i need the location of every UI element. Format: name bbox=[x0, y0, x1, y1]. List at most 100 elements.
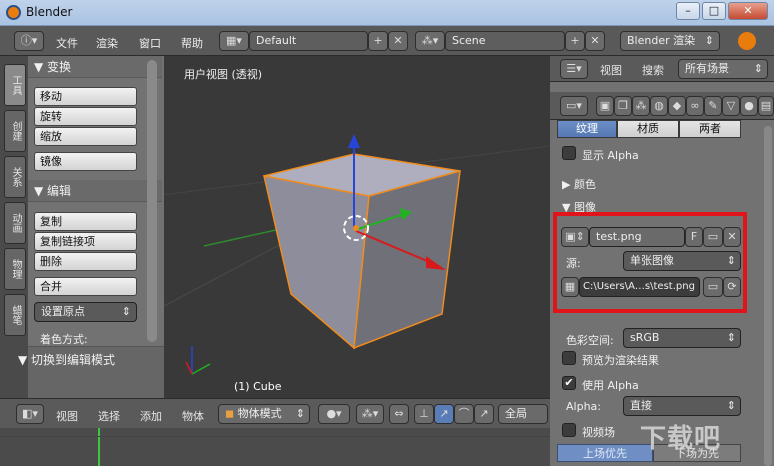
3d-viewport[interactable]: 用户视图 (透视) (1) Cube bbox=[153, 56, 551, 398]
tab-grease-pencil[interactable]: 蜡笔 bbox=[4, 294, 26, 336]
tab-relations[interactable]: 关系 bbox=[4, 156, 26, 198]
shading-icon[interactable]: ●▾ bbox=[318, 404, 350, 424]
remove-scene-icon[interactable]: ✕ bbox=[585, 31, 605, 51]
scene-field[interactable]: Scene bbox=[445, 31, 565, 51]
alpha-mode-select[interactable]: 直接 ⇕ bbox=[623, 396, 741, 416]
preview-render-checkbox[interactable] bbox=[562, 351, 576, 365]
cube-right-face[interactable] bbox=[353, 169, 461, 350]
use-alpha-checkbox[interactable]: ✔ bbox=[562, 376, 576, 390]
fields-label: 视频场 bbox=[582, 426, 615, 439]
shading-label: 着色方式: bbox=[40, 333, 88, 346]
upper-first-button[interactable]: 上场优先 bbox=[557, 444, 653, 462]
menu-file[interactable]: 文件 bbox=[56, 35, 78, 51]
move-manipulator-icon[interactable]: ↗ bbox=[434, 404, 454, 424]
layout-field[interactable]: Default bbox=[249, 31, 368, 51]
tab-physics[interactable]: 物理 bbox=[4, 248, 26, 290]
mirror-button[interactable]: 镜像 bbox=[34, 152, 137, 171]
outliner-menu-view[interactable]: 视图 bbox=[600, 62, 622, 78]
object-label: (1) Cube bbox=[234, 380, 282, 393]
colorspace-select[interactable]: sRGB ⇕ bbox=[623, 328, 741, 348]
pivot-icon[interactable]: ⁂▾ bbox=[356, 404, 384, 424]
show-alpha-checkbox[interactable] bbox=[562, 146, 576, 160]
outliner-menu-search[interactable]: 搜索 bbox=[642, 62, 664, 78]
window-title: Blender bbox=[26, 5, 73, 19]
translate-manipulator-icon[interactable]: ⊥ bbox=[414, 404, 434, 424]
rotate-button[interactable]: 旋转 bbox=[34, 107, 137, 126]
menu-window[interactable]: 窗口 bbox=[139, 35, 161, 51]
mode-value: 物体模式 bbox=[237, 407, 282, 420]
render-tab-icon[interactable]: ▣ bbox=[596, 96, 614, 116]
outliner-editor-icon[interactable]: ☰▾ bbox=[560, 59, 588, 79]
tab-material[interactable]: 材质 bbox=[617, 120, 679, 138]
outliner-header: ☰▾ 视图 搜索 所有场景 ⇕ bbox=[550, 56, 774, 82]
transform-panel-header[interactable]: ▼ 变换 bbox=[28, 56, 162, 78]
watermark: 下载吧 bbox=[640, 424, 722, 454]
orientation-select[interactable]: 全局 bbox=[498, 404, 548, 424]
toolshelf-scrollbar[interactable] bbox=[147, 60, 157, 342]
info-editor-icon[interactable]: ⓘ▾ bbox=[14, 31, 44, 51]
edit-mode-toggle[interactable]: ▼ 切换到编辑模式 bbox=[18, 351, 115, 368]
mode-select[interactable]: ◼ 物体模式 ⇕ bbox=[218, 404, 310, 424]
object-tab-icon[interactable]: ◆ bbox=[668, 96, 686, 116]
use-alpha-label: 使用 Alpha bbox=[582, 379, 639, 392]
add-layout-icon[interactable]: + bbox=[368, 31, 388, 51]
layers-tab-icon[interactable]: ❐ bbox=[614, 96, 632, 116]
material-tab-icon[interactable]: ● bbox=[740, 96, 758, 116]
minimize-button[interactable]: – bbox=[676, 2, 700, 20]
scenes-value: 所有场景 bbox=[685, 62, 729, 75]
preview-render-label: 预览为渲染结果 bbox=[582, 354, 659, 367]
current-frame-marker[interactable] bbox=[98, 428, 100, 466]
rotate-manipulator-icon[interactable]: ⌒ bbox=[454, 404, 474, 424]
edit-title: 编辑 bbox=[47, 184, 72, 198]
menu-render[interactable]: 渲染 bbox=[96, 35, 118, 51]
move-button[interactable]: 移动 bbox=[34, 87, 137, 106]
timeline[interactable] bbox=[0, 428, 550, 466]
world-tab-icon[interactable]: ◍ bbox=[650, 96, 668, 116]
show-alpha-label: 显示 Alpha bbox=[582, 149, 639, 162]
fields-checkbox[interactable] bbox=[562, 423, 576, 437]
remove-layout-icon[interactable]: ✕ bbox=[388, 31, 408, 51]
render-engine-select[interactable]: Blender 渲染 ⇕ bbox=[620, 31, 720, 51]
properties-editor-icon[interactable]: ▭▾ bbox=[560, 96, 588, 116]
scene-tab-icon[interactable]: ⁂ bbox=[632, 96, 650, 116]
delete-button[interactable]: 删除 bbox=[34, 252, 137, 271]
highlight-box bbox=[553, 212, 747, 313]
properties-scrollbar[interactable] bbox=[764, 126, 772, 466]
menu-help[interactable]: 帮助 bbox=[181, 35, 203, 51]
scenes-select[interactable]: 所有场景 ⇕ bbox=[678, 59, 768, 79]
join-button[interactable]: 合并 bbox=[34, 277, 137, 296]
edit-panel-header[interactable]: ▼ 编辑 bbox=[28, 180, 162, 202]
add-scene-icon[interactable]: + bbox=[565, 31, 585, 51]
scale-manipulator-icon[interactable]: ↗ bbox=[474, 404, 494, 424]
duplicate-button[interactable]: 复制 bbox=[34, 212, 137, 231]
menu-object[interactable]: 物体 bbox=[182, 408, 204, 424]
scene-icon[interactable]: ⁂▾ bbox=[415, 31, 445, 51]
scale-button[interactable]: 缩放 bbox=[34, 127, 137, 146]
menu-view[interactable]: 视图 bbox=[56, 408, 78, 424]
duplicate-linked-button[interactable]: 复制链接项 bbox=[34, 232, 137, 251]
colors-section-header[interactable]: ▶ 颜色 bbox=[562, 176, 596, 192]
viewport-scene bbox=[153, 134, 551, 375]
menu-add[interactable]: 添加 bbox=[140, 408, 162, 424]
close-button[interactable]: ✕ bbox=[728, 2, 768, 20]
tab-create[interactable]: 创建 bbox=[4, 110, 26, 152]
tab-texture[interactable]: 纹理 bbox=[557, 120, 617, 138]
tab-both[interactable]: 两者 bbox=[679, 120, 741, 138]
maximize-button[interactable]: □ bbox=[702, 2, 726, 20]
properties-header: ▭▾ ▣ ❐ ⁂ ◍ ◆ ∞ ✎ ▽ ● ▤ bbox=[550, 92, 774, 120]
editor-type-icon[interactable]: ◧▾ bbox=[16, 404, 44, 424]
menu-select[interactable]: 选择 bbox=[98, 408, 120, 424]
constraints-tab-icon[interactable]: ∞ bbox=[686, 96, 704, 116]
manipulator-toggle-icon[interactable]: ⇔ bbox=[389, 404, 409, 424]
title-bar: Blender – □ ✕ bbox=[0, 0, 774, 26]
data-tab-icon[interactable]: ▽ bbox=[722, 96, 740, 116]
set-origin-select[interactable]: 设置原点 ⇕ bbox=[34, 302, 137, 322]
tab-animation[interactable]: 动画 bbox=[4, 202, 26, 244]
modifiers-tab-icon[interactable]: ✎ bbox=[704, 96, 722, 116]
layout-icon[interactable]: ▦▾ bbox=[219, 31, 249, 51]
colorspace-label: 色彩空间: bbox=[566, 334, 614, 347]
orientation-value: 全局 bbox=[505, 407, 527, 420]
texture-tab-icon[interactable]: ▤ bbox=[758, 96, 774, 116]
tab-tools[interactable]: 工具 bbox=[4, 64, 26, 106]
transform-title: 变换 bbox=[47, 60, 72, 74]
